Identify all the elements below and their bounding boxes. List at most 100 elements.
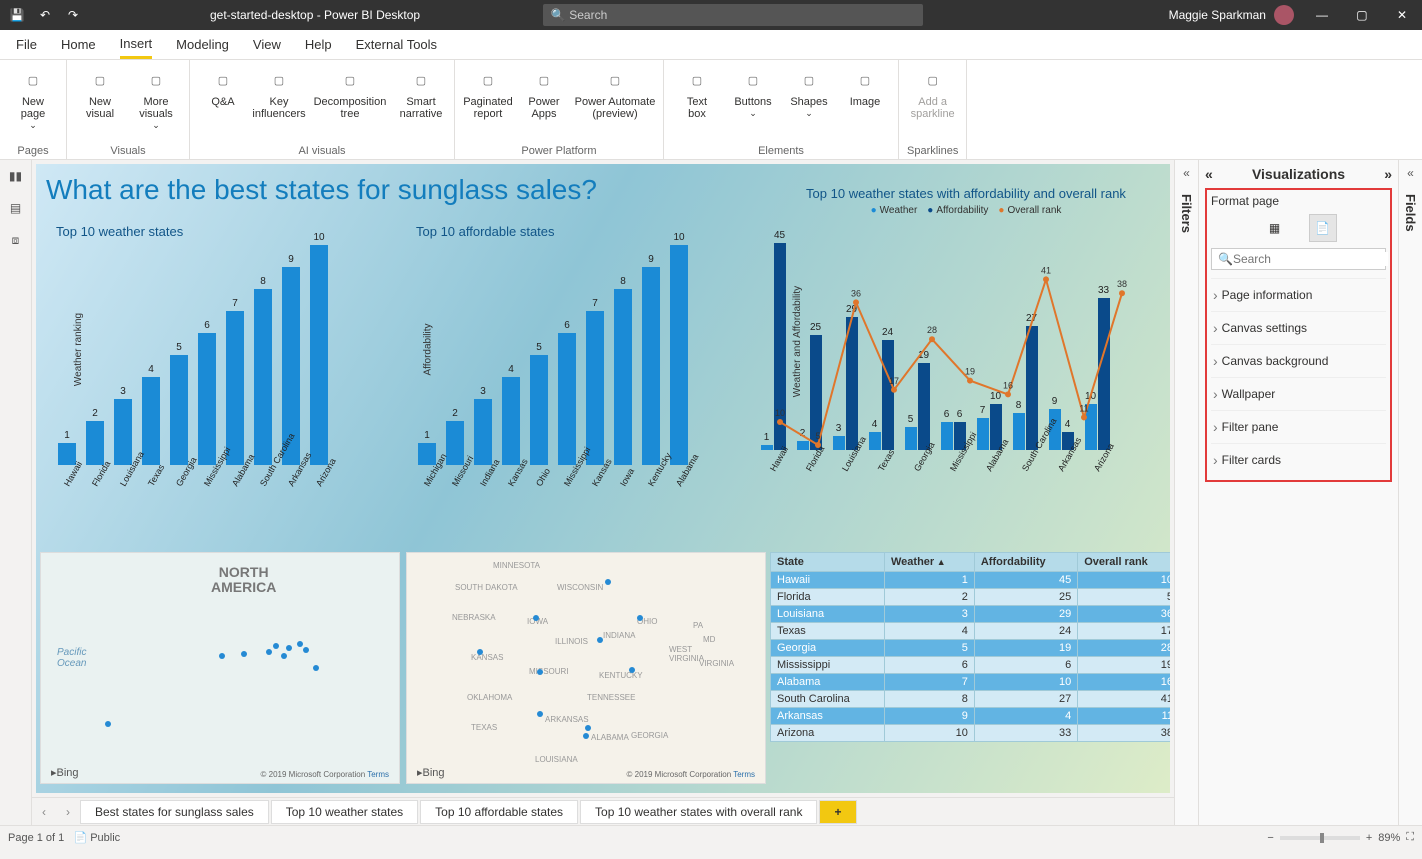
legend-weather: Weather [871,205,918,216]
ribbon-shapes[interactable]: ▢Shapes⌄ [784,64,834,143]
filters-pane-collapsed[interactable]: « Filters [1174,160,1198,825]
maximize-button[interactable]: ▢ [1342,0,1382,30]
chart-combo[interactable]: Top 10 weather states with affordability… [756,186,1170,478]
map-north-america[interactable]: NORTH AMERICA Pacific Ocean ▸Bing © 2019… [40,552,400,784]
ribbon-power-apps[interactable]: ▢Power Apps [519,64,569,143]
map1-label-na: NORTH AMERICA [211,565,276,596]
ribbon-new-page[interactable]: ▢New page⌄ [8,64,58,143]
fields-pane-collapsed[interactable]: « Fields [1398,160,1422,825]
ribbon-text-box[interactable]: ▢Text box [672,64,722,143]
zoom-control[interactable]: − + 89% ⛶ [1267,831,1414,844]
ribbon-smart-narrative[interactable]: ▢Smart narrative [396,64,446,143]
report-canvas[interactable]: What are the best states for sunglass sa… [36,164,1170,793]
global-search[interactable]: 🔍 Search [543,4,923,26]
page-tab[interactable]: Best states for sunglass sales [80,800,269,824]
legend-overall: Overall rank [998,205,1061,216]
map1-label-pacific: Pacific Ocean [57,647,86,669]
col-state[interactable]: State [771,553,885,572]
minimize-button[interactable]: — [1302,0,1342,30]
chart-top10-weather[interactable]: Top 10 weather states Weather ranking 1H… [56,224,376,493]
bing-icon: ▸Bing [51,766,79,779]
collapse-filters-icon[interactable]: « [1183,166,1190,180]
format-search-input[interactable] [1233,252,1388,266]
chart1-ylabel: Weather ranking [73,313,84,386]
format-search[interactable]: 🔍 [1211,248,1386,270]
tab-view[interactable]: View [253,30,281,59]
map2-terms-link[interactable]: Terms [733,770,755,779]
table-row[interactable]: Georgia51928 [771,640,1171,657]
zoom-out[interactable]: − [1267,832,1273,844]
table-row[interactable]: Arizona103338 [771,725,1171,742]
ribbon-paginated-report[interactable]: ▢Paginated report [463,64,513,143]
user-name[interactable]: Maggie Sparkman [1169,8,1266,22]
format-page-tab-icon[interactable]: 📄 [1309,214,1337,242]
redo-icon[interactable]: ↷ [64,6,82,24]
data-view-icon[interactable]: ▤ [6,198,26,218]
report-view-icon[interactable]: ▮▮ [6,166,26,186]
report-title: What are the best states for sunglass sa… [46,174,597,206]
page-tab[interactable]: Top 10 affordable states [420,800,578,824]
table-row[interactable]: Florida2255 [771,589,1171,606]
table-row[interactable]: Louisiana32936 [771,606,1171,623]
tab-modeling[interactable]: Modeling [176,30,229,59]
data-table[interactable]: StateWeather ▲AffordabilityOverall rank … [770,552,1170,742]
collapse-fields-icon[interactable]: « [1407,166,1414,180]
zoom-slider[interactable] [1280,836,1360,840]
build-visual-tab-icon[interactable]: ▦ [1261,214,1289,242]
col-affordability[interactable]: Affordability [974,553,1077,572]
add-page-button[interactable]: + [819,800,856,824]
view-switcher: ▮▮ ▤ ⧈ [0,160,32,825]
tab-insert[interactable]: Insert [120,30,153,59]
map1-copyright: © 2019 Microsoft Corporation Terms [261,770,389,779]
expand-viz-icon[interactable]: » [1384,166,1392,182]
page-tab[interactable]: Top 10 weather states [271,800,418,824]
ribbon-buttons[interactable]: ▢Buttons⌄ [728,64,778,143]
section-filter-cards[interactable]: Filter cards [1211,443,1386,476]
search-placeholder: Search [569,8,607,22]
ribbon-q&a[interactable]: ▢Q&A [198,64,248,143]
table-row[interactable]: Arkansas9411 [771,708,1171,725]
close-button[interactable]: ✕ [1382,0,1422,30]
page-indicator: Page 1 of 1 [8,832,64,844]
page-next[interactable]: › [56,805,80,819]
map1-terms-link[interactable]: Terms [367,770,389,779]
tab-help[interactable]: Help [305,30,332,59]
section-filter-pane[interactable]: Filter pane [1211,410,1386,443]
table-row[interactable]: Texas42417 [771,623,1171,640]
viz-pane-header: « Visualizations » [1205,166,1392,182]
section-canvas-background[interactable]: Canvas background [1211,344,1386,377]
ribbon-more-visuals[interactable]: ▢More visuals⌄ [131,64,181,143]
table-row[interactable]: South Carolina82741 [771,691,1171,708]
fields-label: Fields [1403,194,1418,232]
ribbon-decomposition-tree[interactable]: ▢Decomposition tree [310,64,390,143]
model-view-icon[interactable]: ⧈ [6,230,26,250]
map-us-states[interactable]: ▸Bing © 2019 Microsoft Corporation Terms… [406,552,766,784]
table-row[interactable]: Mississippi6619 [771,657,1171,674]
zoom-in[interactable]: + [1366,832,1372,844]
section-wallpaper[interactable]: Wallpaper [1211,377,1386,410]
col-overall-rank[interactable]: Overall rank [1078,553,1170,572]
collapse-viz-icon[interactable]: « [1205,166,1213,182]
tab-external-tools[interactable]: External Tools [356,30,437,59]
undo-icon[interactable]: ↶ [36,6,54,24]
status-bar: Page 1 of 1 📄 Public − + 89% ⛶ [0,825,1422,849]
ribbon-power-automate-(preview)[interactable]: ▢Power Automate (preview) [575,64,655,143]
page-prev[interactable]: ‹ [32,805,56,819]
page-tab[interactable]: Top 10 weather states with overall rank [580,800,817,824]
save-icon[interactable]: 💾 [8,6,26,24]
chart-top10-affordable[interactable]: Top 10 affordable states Affordability 1… [416,224,736,493]
tab-home[interactable]: Home [61,30,96,59]
fit-page-icon[interactable]: ⛶ [1406,831,1414,844]
avatar[interactable] [1274,5,1294,25]
ribbon-new-visual[interactable]: ▢New visual [75,64,125,143]
section-page-information[interactable]: Page information [1211,278,1386,311]
col-weather[interactable]: Weather ▲ [884,553,974,572]
chart3-legend: Weather Affordability Overall rank [756,205,1170,216]
ribbon-image[interactable]: ▢Image [840,64,890,143]
filters-label: Filters [1179,194,1194,233]
table-row[interactable]: Alabama71016 [771,674,1171,691]
section-canvas-settings[interactable]: Canvas settings [1211,311,1386,344]
tab-file[interactable]: File [16,30,37,59]
table-row[interactable]: Hawaii14510 [771,572,1171,589]
ribbon-key-influencers[interactable]: ▢Key influencers [254,64,304,143]
